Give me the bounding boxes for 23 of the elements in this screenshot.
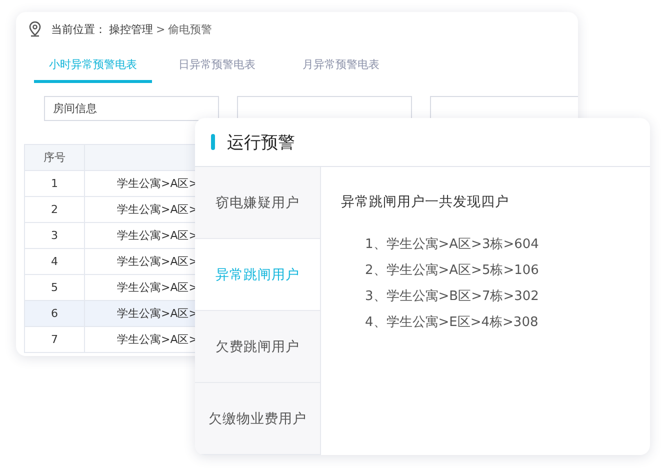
list-item: 3、学生公寓>B区>7栋>302 bbox=[365, 288, 539, 306]
summary-text: 异常跳闸用户一共发现四户 bbox=[341, 193, 510, 211]
category-tab[interactable]: 窃电嫌疑用户 bbox=[195, 167, 320, 239]
location-pin-icon bbox=[28, 21, 42, 37]
table-cell: 2 bbox=[24, 196, 84, 222]
table-cell: 7 bbox=[24, 326, 84, 352]
list-item: 2、学生公寓>A区>5栋>106 bbox=[365, 262, 539, 280]
list-item: 4、学生公寓>E区>4栋>308 bbox=[365, 314, 539, 332]
category-tab[interactable]: 欠费跳闸用户 bbox=[195, 311, 320, 383]
input-field[interactable]: 房间信息 bbox=[44, 96, 219, 121]
table-cell: 4 bbox=[24, 248, 84, 274]
list-item: 1、学生公寓>A区>3栋>604 bbox=[365, 236, 539, 254]
table-cell: 3 bbox=[24, 222, 84, 248]
breadcrumb-current: 偷电预警 bbox=[168, 22, 212, 36]
dialog-title: 运行预警 bbox=[227, 132, 295, 154]
breadcrumb-label: 当前位置： bbox=[51, 22, 106, 36]
accent-bar bbox=[211, 134, 215, 150]
table-cell: 6 bbox=[24, 300, 84, 326]
breadcrumb-link[interactable]: 操控管理 bbox=[109, 22, 153, 36]
table-cell: 1 bbox=[24, 170, 84, 196]
breadcrumb-separator: > bbox=[156, 22, 166, 36]
category-tab[interactable]: 欠缴物业费用户 bbox=[195, 383, 320, 455]
column-header: 序号 bbox=[24, 144, 84, 170]
